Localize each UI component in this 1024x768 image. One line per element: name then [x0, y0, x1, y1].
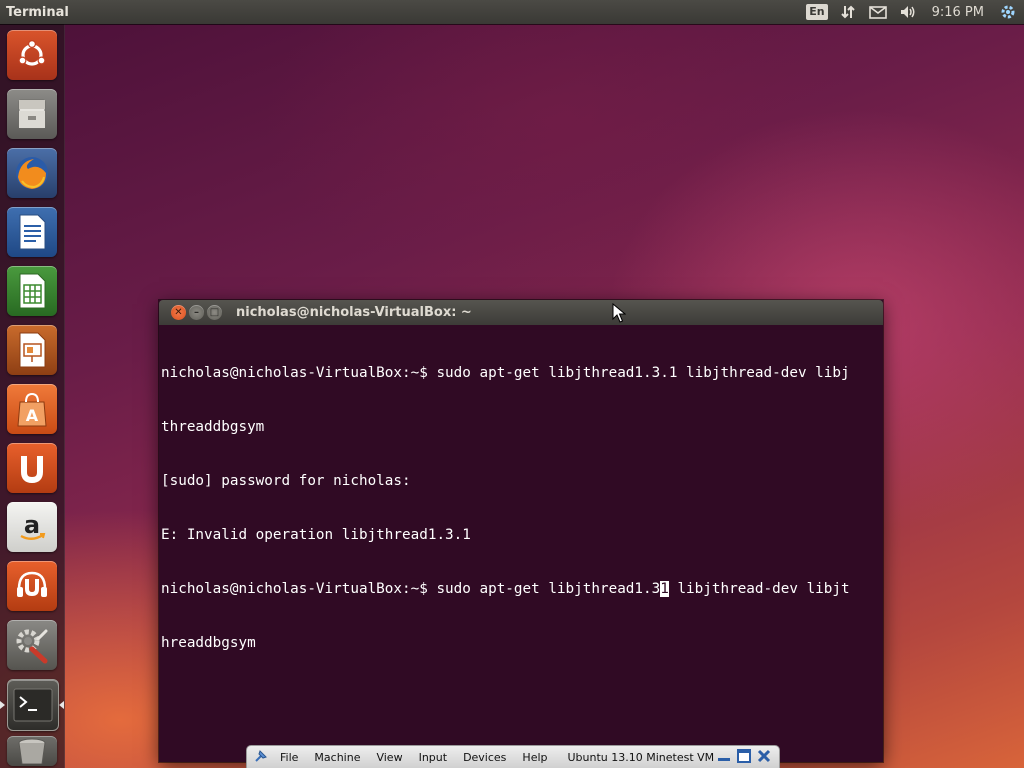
mouse-pointer-icon [612, 302, 627, 327]
terminal-icon [13, 688, 53, 722]
launcher-ubuntu-software-center[interactable]: A [7, 384, 57, 434]
virtualbox-mini-toolbar: File Machine View Input Devices Help Ubu… [246, 745, 780, 768]
terminal-window[interactable]: ✕ – □ nicholas@nicholas-VirtualBox: ~ ni… [159, 300, 883, 762]
launcher-terminal[interactable] [7, 679, 59, 731]
desktop: Terminal En 9:16 PM A a ✕ – □ nicholas@n… [0, 0, 1024, 768]
clock[interactable]: 9:16 PM [928, 5, 988, 20]
text-cursor: 1 [660, 581, 669, 597]
launcher-system-settings[interactable] [7, 620, 57, 670]
vm-close-button[interactable] [757, 749, 771, 766]
mail-icon[interactable] [868, 2, 888, 22]
amazon-icon: a [14, 509, 50, 545]
close-icon: ✕ [174, 307, 183, 318]
minimize-button[interactable]: – [189, 305, 204, 320]
indicator-area: En 9:16 PM [806, 2, 1024, 22]
launcher-dash-home[interactable] [7, 30, 57, 80]
ubuntu-one-icon [14, 450, 50, 486]
ubuntu-logo-icon [15, 38, 49, 72]
launcher-firefox[interactable] [7, 148, 57, 198]
keyboard-layout-label: En [806, 4, 828, 20]
menu-view[interactable]: View [368, 751, 410, 764]
trash-icon [15, 738, 49, 764]
window-titlebar[interactable]: ✕ – □ nicholas@nicholas-VirtualBox: ~ [159, 300, 883, 325]
terminal-line: [sudo] password for nicholas: [161, 473, 411, 489]
restore-window-icon [737, 749, 751, 766]
close-icon [757, 749, 771, 766]
svg-text:a: a [24, 511, 40, 539]
launcher-ubuntu-one-music[interactable] [7, 561, 57, 611]
vm-restore-button[interactable] [737, 749, 751, 766]
vm-minimize-button[interactable] [717, 751, 731, 765]
vm-title: Ubuntu 13.10 Minetest VM [567, 751, 715, 764]
top-panel: Terminal En 9:16 PM [0, 0, 1024, 24]
terminal-output[interactable]: nicholas@nicholas-VirtualBox:~$ sudo apt… [159, 325, 883, 688]
launcher-ubuntu-one[interactable] [7, 443, 57, 493]
menu-input[interactable]: Input [411, 751, 455, 764]
firefox-icon [12, 153, 52, 193]
menu-machine[interactable]: Machine [306, 751, 368, 764]
terminal-line: threaddbgsym [161, 419, 265, 435]
close-button[interactable]: ✕ [171, 305, 186, 320]
keyboard-layout-indicator[interactable]: En [806, 2, 828, 22]
terminal-current-line[interactable]: nicholas@nicholas-VirtualBox:~$ sudo apt… [161, 580, 881, 598]
launcher-focused-indicator [59, 701, 64, 709]
active-app-title: Terminal [6, 4, 69, 20]
current-line-text: nicholas@nicholas-VirtualBox:~$ sudo apt… [161, 581, 661, 597]
pin-icon [252, 747, 270, 768]
window-title: nicholas@nicholas-VirtualBox: ~ [236, 305, 472, 320]
menu-help[interactable]: Help [514, 751, 555, 764]
launcher-trash[interactable] [7, 736, 57, 766]
launcher-files[interactable] [7, 89, 57, 139]
terminal-current-line-wrap: hreaddbgsym [161, 635, 256, 651]
launcher-running-indicator [0, 701, 5, 709]
shopping-bag-icon: A [14, 390, 50, 428]
terminal-line: E: Invalid operation libjthread1.3.1 [161, 527, 471, 543]
maximize-button[interactable]: □ [207, 305, 222, 320]
current-line-rest: libjthread-dev libjt [668, 581, 850, 597]
pin-button[interactable] [250, 747, 272, 768]
svg-text:A: A [26, 406, 39, 425]
vm-window-controls [717, 749, 779, 766]
launcher: A a [0, 24, 65, 768]
launcher-amazon[interactable]: a [7, 502, 57, 552]
settings-wrench-gear-icon [12, 625, 52, 665]
menu-file[interactable]: File [272, 751, 306, 764]
maximize-icon: □ [209, 307, 220, 318]
minimize-icon [717, 749, 731, 766]
launcher-libreoffice-calc[interactable] [7, 266, 57, 316]
launcher-libreoffice-impress[interactable] [7, 325, 57, 375]
menu-devices[interactable]: Devices [455, 751, 514, 764]
file-cabinet-icon [14, 96, 50, 132]
impress-presentation-icon [14, 331, 50, 369]
writer-document-icon [14, 213, 50, 251]
minimize-icon: – [194, 307, 199, 318]
session-gear-icon[interactable] [998, 2, 1018, 22]
launcher-libreoffice-writer[interactable] [7, 207, 57, 257]
calc-spreadsheet-icon [14, 272, 50, 310]
terminal-line: nicholas@nicholas-VirtualBox:~$ sudo apt… [161, 365, 850, 381]
network-icon[interactable] [838, 2, 858, 22]
volume-icon[interactable] [898, 2, 918, 22]
music-headphones-icon [13, 567, 51, 605]
